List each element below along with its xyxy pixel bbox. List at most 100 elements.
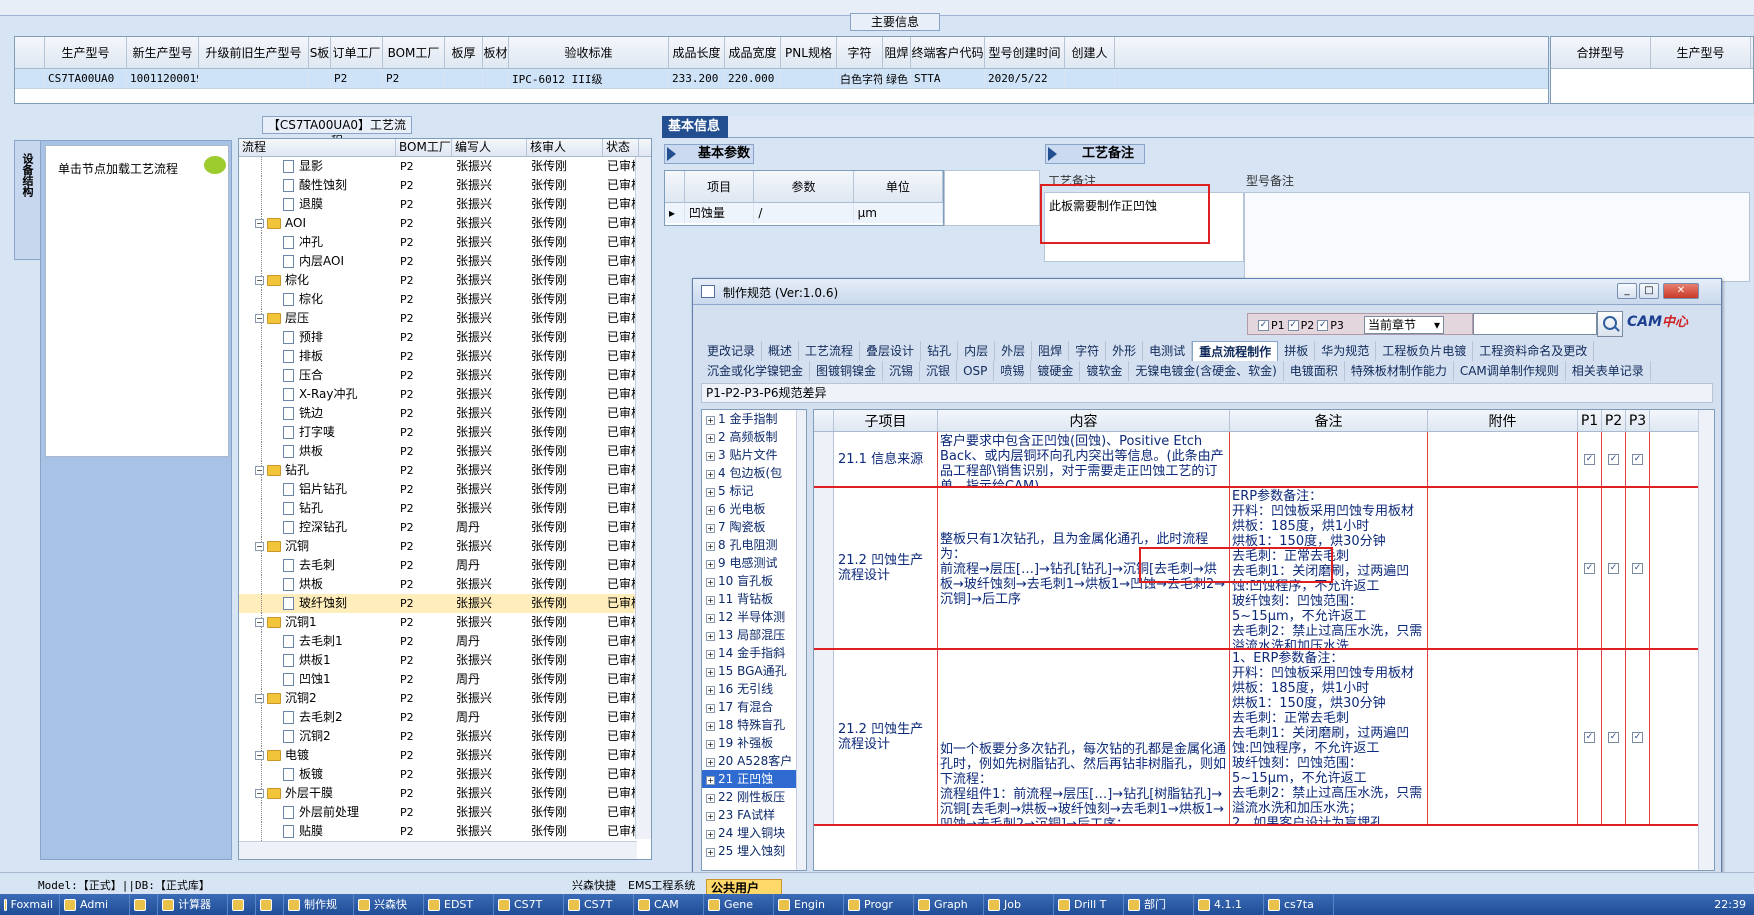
- main-col-15[interactable]: 型号创建时间: [985, 37, 1065, 68]
- expand-toggle-icon[interactable]: +: [706, 686, 715, 695]
- chapter-tab[interactable]: OSP: [957, 361, 995, 381]
- chapter-item[interactable]: +1 金手指制: [702, 410, 806, 428]
- minimize-button[interactable]: _: [1617, 283, 1637, 299]
- process-row[interactable]: − 棕化 P2 张振兴 张传刚 已审核: [239, 271, 651, 290]
- process-row[interactable]: 烘板 P2 张振兴 张传刚 已审核: [239, 575, 651, 594]
- taskbar-item[interactable]: Admi: [60, 894, 130, 915]
- process-row[interactable]: 排板 P2 张振兴 张传刚 已审核: [239, 347, 651, 366]
- chapter-item[interactable]: +25 埋入蚀刻: [702, 842, 806, 860]
- process-row[interactable]: − 沉铜2 P2 张振兴 张传刚 已审核: [239, 689, 651, 708]
- merge-model-grid[interactable]: 合拼型号 生产型号: [1550, 36, 1754, 104]
- process-row[interactable]: 压合 P2 张振兴 张传刚 已审核: [239, 366, 651, 385]
- checkbox-p2[interactable]: ✓: [1287, 320, 1299, 331]
- chapter-tab[interactable]: 外形: [1106, 341, 1144, 361]
- chapter-item[interactable]: +24 埋入铜块: [702, 824, 806, 842]
- process-row[interactable]: 棕化 P2 张振兴 张传刚 已审核: [239, 290, 651, 309]
- checkbox-p3[interactable]: ✓: [1632, 562, 1643, 574]
- process-row[interactable]: 控深钻孔 P2 周丹 张传刚 已审核: [239, 518, 651, 537]
- process-row[interactable]: 板镀 P2 张振兴 张传刚 已审核: [239, 765, 651, 784]
- expand-toggle-icon[interactable]: +: [706, 848, 715, 857]
- chapter-item[interactable]: +14 金手指斜: [702, 644, 806, 662]
- basic-info-tab[interactable]: 基本信息: [662, 116, 728, 138]
- main-col-13[interactable]: 阻焊: [883, 37, 911, 68]
- main-col-1[interactable]: 新生产型号: [127, 37, 199, 68]
- expand-toggle-icon[interactable]: +: [706, 830, 715, 839]
- sidebar-tab-equipment[interactable]: 设备结构: [14, 140, 40, 260]
- process-row[interactable]: 钻孔 P2 张振兴 张传刚 已审核: [239, 499, 651, 518]
- chapter-item[interactable]: +15 BGA通孔: [702, 662, 806, 680]
- main-cell-2[interactable]: [199, 69, 309, 88]
- params-col-1[interactable]: 参数: [754, 171, 854, 202]
- expand-toggle-icon[interactable]: +: [706, 632, 715, 641]
- process-row[interactable]: 贴膜 P2 张振兴 张传刚 已审核: [239, 822, 651, 841]
- chapter-item[interactable]: +6 光电板: [702, 500, 806, 518]
- chapter-tab[interactable]: 工艺流程: [799, 341, 861, 361]
- chapter-item[interactable]: +8 孔电阻测: [702, 536, 806, 554]
- process-row[interactable]: 去毛刺 P2 周丹 张传刚 已审核: [239, 556, 651, 575]
- main-col-11[interactable]: PNL规格: [781, 37, 837, 68]
- collapse-toggle-icon[interactable]: −: [255, 314, 264, 323]
- merge-col-0[interactable]: 合拼型号: [1551, 37, 1651, 68]
- chapter-item[interactable]: +3 贴片文件: [702, 446, 806, 464]
- taskbar-item[interactable]: Engin: [774, 894, 844, 915]
- expand-toggle-icon[interactable]: +: [706, 560, 715, 569]
- taskbar-item[interactable]: 兴森快: [354, 894, 424, 915]
- spec-window-titlebar[interactable]: 制作规范 (Ver:1.0.6) _ □ ✕: [693, 279, 1721, 305]
- process-row[interactable]: 去毛刺2 P2 周丹 张传刚 已审核: [239, 708, 651, 727]
- process-row[interactable]: 显影 P2 张振兴 张传刚 已审核: [239, 157, 651, 176]
- process-row[interactable]: 外层前处理 P2 张振兴 张传刚 已审核: [239, 803, 651, 822]
- craft-notes-tab[interactable]: 工艺备注: [1045, 144, 1145, 164]
- main-cell-12[interactable]: 白色字符: [837, 69, 883, 88]
- checkbox-p3[interactable]: ✓: [1317, 320, 1329, 331]
- main-col-5[interactable]: BOM工厂: [383, 37, 445, 68]
- process-row[interactable]: − AOI P2 张振兴 张传刚 已审核: [239, 214, 651, 233]
- collapse-toggle-icon[interactable]: −: [255, 466, 264, 475]
- chapter-tab[interactable]: 钻孔: [921, 341, 959, 361]
- taskbar-item[interactable]: Foxmail: [0, 894, 60, 915]
- chapter-item[interactable]: +21 正凹蚀: [702, 770, 806, 788]
- process-tree-body[interactable]: 显影P2张振兴张传刚已审核酸性蚀刻P2张振兴张传刚已审核退膜P2张振兴张传刚已审…: [239, 157, 651, 841]
- main-cell-7[interactable]: [483, 69, 509, 88]
- process-row[interactable]: 烘板 P2 张振兴 张传刚 已审核: [239, 442, 651, 461]
- process-col-4[interactable]: 状态: [603, 139, 639, 156]
- spec-table-scrollbar[interactable]: [1698, 410, 1714, 870]
- main-col-7[interactable]: 板材: [483, 37, 509, 68]
- taskbar-item[interactable]: 部门: [1124, 894, 1194, 915]
- params-row-indicator[interactable]: ▸: [665, 203, 685, 223]
- process-row[interactable]: 铝片钻孔 P2 张振兴 张传刚 已审核: [239, 480, 651, 499]
- process-row[interactable]: X-Ray冲孔 P2 张振兴 张传刚 已审核: [239, 385, 651, 404]
- chapter-tab[interactable]: 沉金或化学镍钯金: [701, 361, 811, 381]
- spec-row-indicator[interactable]: [814, 432, 834, 486]
- main-col-6[interactable]: 板厚: [445, 37, 483, 68]
- process-row[interactable]: 烘板1 P2 张振兴 张传刚 已审核: [239, 651, 651, 670]
- main-col-16[interactable]: 创建人: [1065, 37, 1115, 68]
- main-cell-4[interactable]: P2: [331, 69, 383, 88]
- expand-toggle-icon[interactable]: +: [706, 722, 715, 731]
- params-row[interactable]: ▸ 凹蚀量 / μm: [665, 203, 943, 223]
- main-cell-8[interactable]: IPC-6012 III级: [509, 69, 669, 88]
- expand-toggle-icon[interactable]: +: [706, 776, 715, 785]
- spec-col-4[interactable]: P1: [1578, 410, 1602, 431]
- chapter-tab[interactable]: 喷锡: [994, 361, 1032, 381]
- params-col-2[interactable]: 单位: [854, 171, 943, 202]
- process-row[interactable]: − 电镀 P2 张振兴 张传刚 已审核: [239, 746, 651, 765]
- chapter-tab[interactable]: 沉锡: [883, 361, 921, 381]
- main-col-4[interactable]: 订单工厂: [331, 37, 383, 68]
- main-cell-1[interactable]: 10011200019352: [127, 69, 199, 88]
- spec-diff-tab[interactable]: P1-P2-P3-P6规范差异: [701, 383, 1713, 403]
- expand-toggle-icon[interactable]: +: [706, 434, 715, 443]
- params-cell-0[interactable]: 凹蚀量: [685, 203, 755, 223]
- spec-col-1[interactable]: 内容: [938, 410, 1230, 431]
- process-row[interactable]: 沉铜2 P2 张振兴 张传刚 已审核: [239, 727, 651, 746]
- taskbar-item[interactable]: Drill T: [1054, 894, 1124, 915]
- spec-col-6[interactable]: P3: [1626, 410, 1650, 431]
- chapter-item[interactable]: +22 刚性板压: [702, 788, 806, 806]
- main-cell-9[interactable]: 233.200: [669, 69, 725, 88]
- chapter-item[interactable]: +11 背钻板: [702, 590, 806, 608]
- main-col-10[interactable]: 成品宽度: [725, 37, 781, 68]
- model-notes-textarea[interactable]: [1244, 192, 1750, 282]
- main-col-8[interactable]: 验收标准: [509, 37, 669, 68]
- spec-col-5[interactable]: P2: [1602, 410, 1626, 431]
- process-row[interactable]: 冲孔 P2 张振兴 张传刚 已审核: [239, 233, 651, 252]
- expand-toggle-icon[interactable]: +: [706, 758, 715, 767]
